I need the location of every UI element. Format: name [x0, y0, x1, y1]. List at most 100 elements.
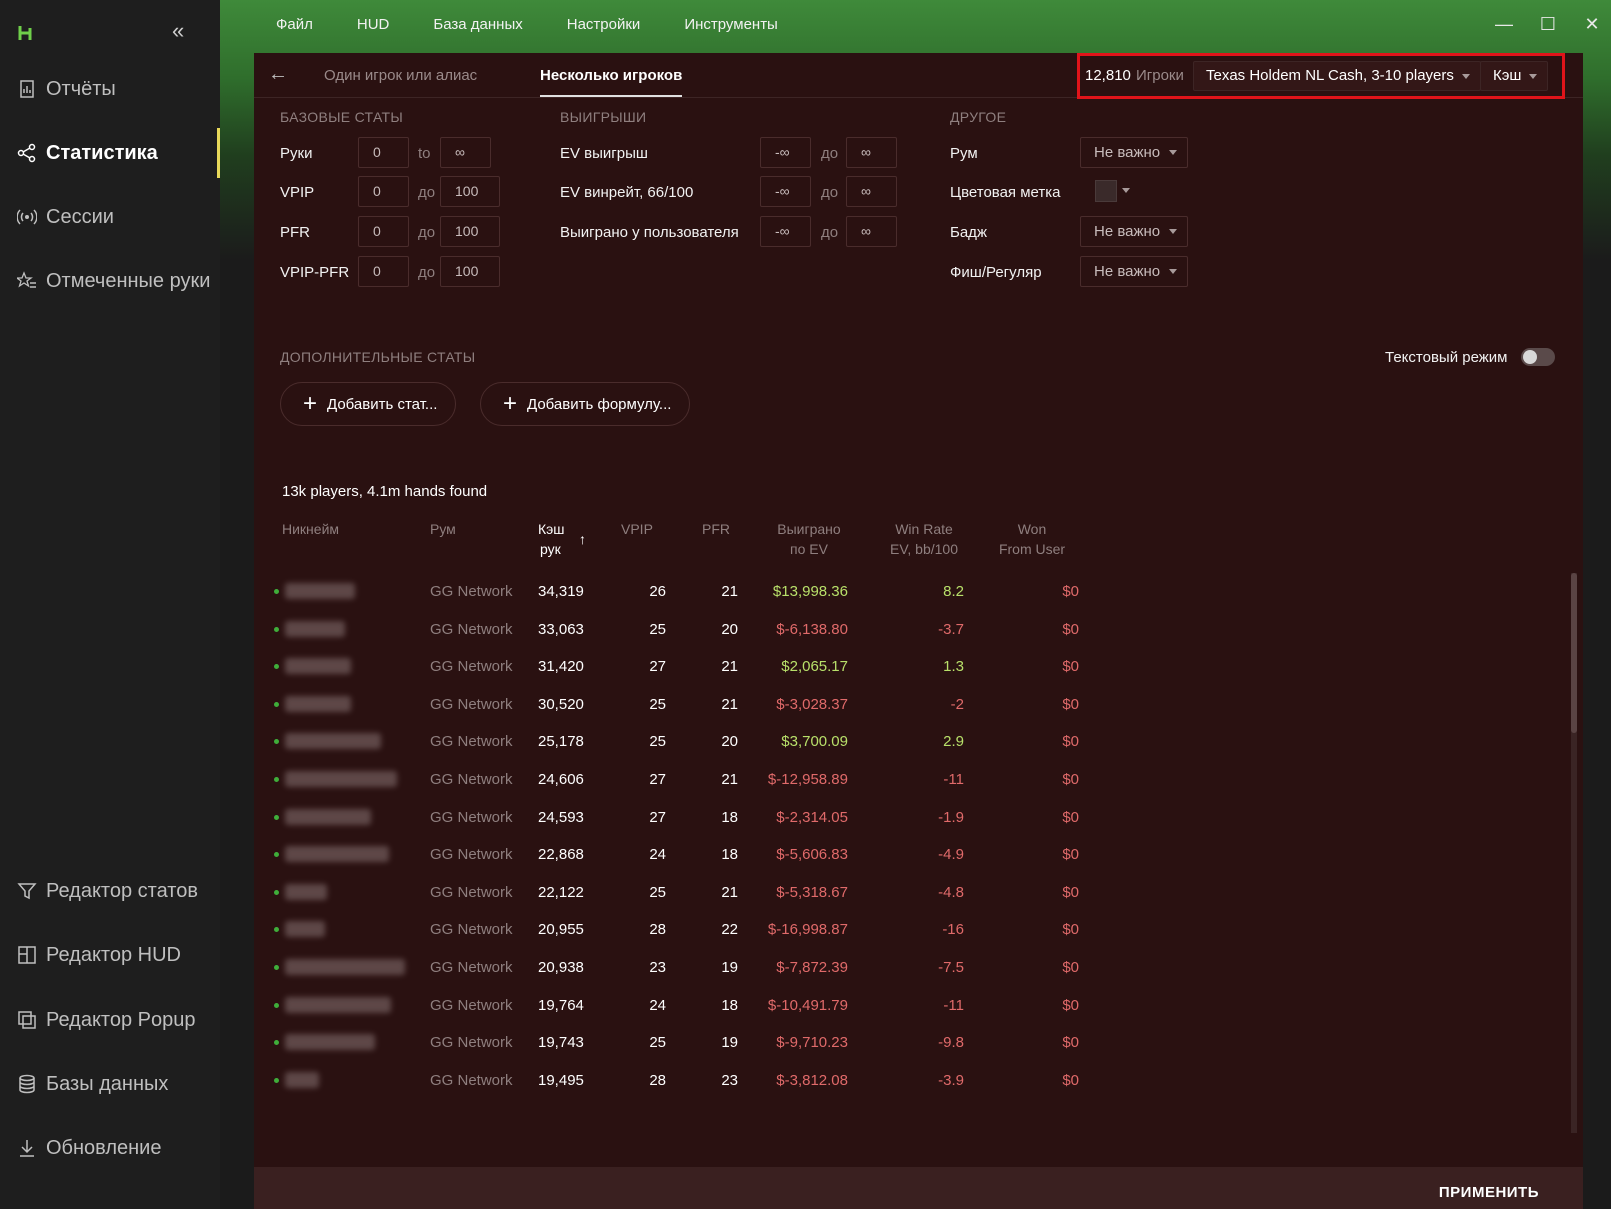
vpip-pfr-max-input[interactable]: 100 [440, 256, 500, 287]
online-status-dot [274, 889, 279, 895]
hands-label: Руки [280, 145, 313, 162]
column-header-cash-hands[interactable]: Кэш рук [538, 519, 565, 559]
sidebar: « Отчёты Статистика Сессии Отмеченные ру… [0, 0, 220, 1209]
vpip-pfr-min-input[interactable]: 0 [358, 256, 409, 287]
sidebar-item-label: Отчёты [46, 77, 116, 100]
panel-header: ← Один игрок или алиас Несколько игроков… [254, 53, 1583, 99]
ev-winrate-min-input[interactable]: -∞ [760, 176, 811, 207]
text-mode-toggle[interactable] [1521, 348, 1555, 366]
ev-winnings-min-input[interactable]: -∞ [760, 137, 811, 168]
sidebar-item-databases[interactable]: Базы данных [0, 1059, 220, 1109]
column-header-winrate-ev[interactable]: Win Rate EV, bb/100 [882, 519, 966, 559]
table-row[interactable]: GG Network 20,955 28 22 $-16,998.87 -16 $0 [254, 911, 1564, 949]
blurred-nickname [285, 883, 327, 900]
table-row[interactable]: GG Network 24,593 27 18 $-2,314.05 -1.9 $0 [254, 799, 1564, 837]
cell-won-ev: $13,998.36 [772, 583, 848, 600]
table-row[interactable]: GG Network 34,319 26 21 $13,998.36 8.2 $0 [254, 573, 1564, 611]
blurred-nickname [285, 1071, 319, 1088]
fish-regular-dropdown[interactable]: Не важно [1080, 256, 1188, 287]
apply-button[interactable]: ПРИМЕНИТЬ [1439, 1184, 1539, 1201]
column-header-nickname[interactable]: Никнейм [282, 519, 339, 539]
table-row[interactable]: GG Network 19,495 28 23 $-3,812.08 -3.9 $0 [254, 1062, 1564, 1100]
table-row[interactable]: GG Network 22,868 24 18 $-5,606.83 -4.9 $0 [254, 836, 1564, 874]
online-status-dot [274, 965, 279, 970]
sidebar-item-sessions[interactable]: Сессии [0, 192, 220, 242]
blurred-nickname [285, 771, 397, 787]
cell-won-from-user: $0 [1062, 658, 1079, 676]
chevron-down-icon[interactable] [1122, 188, 1130, 197]
pfr-max-input[interactable]: 100 [440, 216, 500, 247]
pfr-min-input[interactable]: 0 [358, 216, 409, 247]
cell-winrate: -1.9 [938, 808, 964, 826]
cash-type-dropdown[interactable]: Кэш [1480, 61, 1549, 91]
menu-file[interactable]: Файл [276, 16, 313, 33]
cell-won-ev: $3,700.09 [781, 733, 848, 751]
tab-multiple-players[interactable]: Несколько игроков [540, 67, 683, 97]
game-type-dropdown[interactable]: Texas Holdem NL Cash, 3-10 players [1193, 61, 1481, 91]
sidebar-item-marked-hands[interactable]: Отмеченные руки [0, 256, 220, 306]
menu-tools[interactable]: Инструменты [684, 16, 778, 33]
table-row[interactable]: GG Network 24,606 27 21 $-12,958.89 -11 $0 [254, 761, 1564, 799]
won-from-user-min-input[interactable]: -∞ [760, 216, 811, 247]
table-row[interactable]: GG Network 30,520 25 21 $-3,028.37 -2 $0 [254, 686, 1564, 724]
cell-won-from-user: $0 [1062, 883, 1079, 901]
maximize-button[interactable]: ☐ [1539, 14, 1557, 35]
sidebar-item-popup-editor[interactable]: Редактор Popup [0, 995, 220, 1045]
cell-won-ev: $-2,314.05 [776, 808, 848, 826]
extra-stats-title: ДОПОЛНИТЕЛЬНЫЕ СТАТЫ [280, 349, 476, 365]
table-row[interactable]: GG Network 19,743 25 19 $-9,710.23 -9.8 $0 [254, 1024, 1564, 1062]
vpip-max-input[interactable]: 100 [440, 176, 500, 207]
scrollbar-thumb[interactable] [1571, 573, 1577, 733]
cell-vpip: 25 [649, 883, 666, 901]
range-separator: to [418, 145, 431, 162]
color-tag-swatch[interactable] [1095, 180, 1117, 202]
sidebar-item-stat-editor[interactable]: Редактор статов [0, 866, 220, 916]
vpip-min-input[interactable]: 0 [358, 176, 409, 207]
badge-dropdown[interactable]: Не важно [1080, 216, 1188, 247]
minimize-button[interactable]: — [1495, 14, 1513, 35]
tab-single-player[interactable]: Один игрок или алиас [324, 67, 477, 84]
table-row[interactable]: GG Network 31,420 27 21 $2,065.17 1.3 $0 [254, 648, 1564, 686]
menu-database[interactable]: База данных [433, 16, 522, 33]
column-header-vpip[interactable]: VPIP [621, 519, 653, 539]
column-header-won-from-user[interactable]: Won From User [992, 519, 1072, 559]
sidebar-item-statistics[interactable]: Статистика [0, 128, 220, 178]
cell-vpip: 25 [649, 620, 666, 638]
sidebar-item-reports[interactable]: Отчёты [0, 64, 220, 114]
cell-room: GG Network [430, 808, 513, 826]
cell-winrate: -16 [942, 921, 964, 939]
column-header-room[interactable]: Рум [430, 519, 456, 539]
table-row[interactable]: GG Network 33,063 25 20 $-6,138.80 -3.7 $0 [254, 611, 1564, 649]
other-title: ДРУГОЕ [950, 109, 1007, 125]
ev-winnings-max-input[interactable]: ∞ [846, 137, 897, 168]
hands-min-input[interactable]: 0 [358, 137, 409, 168]
hands-max-input[interactable]: ∞ [440, 137, 491, 168]
sidebar-item-update[interactable]: Обновление [0, 1123, 220, 1173]
column-header-line: Won [1017, 521, 1047, 537]
menu-settings[interactable]: Настройки [567, 16, 641, 33]
table-row[interactable]: GG Network 25,178 25 20 $3,700.09 2.9 $0 [254, 723, 1564, 761]
menu-hud[interactable]: HUD [357, 16, 390, 33]
sidebar-item-hud-editor[interactable]: Редактор HUD [0, 930, 220, 980]
column-header-pfr[interactable]: PFR [702, 519, 730, 539]
add-formula-button[interactable]: + Добавить формулу... [480, 382, 691, 426]
cell-won-from-user: $0 [1062, 771, 1079, 788]
won-from-user-max-input[interactable]: ∞ [846, 216, 897, 247]
table-row[interactable]: GG Network 22,122 25 21 $-5,318.67 -4.8 $0 [254, 874, 1564, 912]
add-stat-button[interactable]: + Добавить стат... [280, 382, 457, 426]
cell-winrate: 2.9 [943, 733, 964, 751]
ev-winrate-max-input[interactable]: ∞ [846, 176, 897, 207]
back-arrow-icon[interactable]: ← [268, 63, 288, 86]
column-header-line: Win Rate [895, 521, 953, 537]
close-button[interactable]: ✕ [1583, 14, 1601, 35]
table-row[interactable]: GG Network 19,764 24 18 $-10,491.79 -11 $0 [254, 987, 1564, 1025]
collapse-sidebar-button[interactable]: « [172, 18, 184, 44]
room-dropdown[interactable]: Не важно [1080, 137, 1188, 168]
cell-pfr: 21 [721, 883, 738, 901]
cell-winrate: -2 [950, 695, 964, 713]
column-header-line: по EV [790, 541, 828, 557]
table-row[interactable]: GG Network 20,938 23 19 $-7,872.39 -7.5 $0 [254, 949, 1564, 987]
scrollbar[interactable] [1571, 573, 1577, 1133]
column-header-won-ev[interactable]: Выиграно по EV [770, 519, 848, 559]
blurred-nickname [285, 1034, 375, 1051]
